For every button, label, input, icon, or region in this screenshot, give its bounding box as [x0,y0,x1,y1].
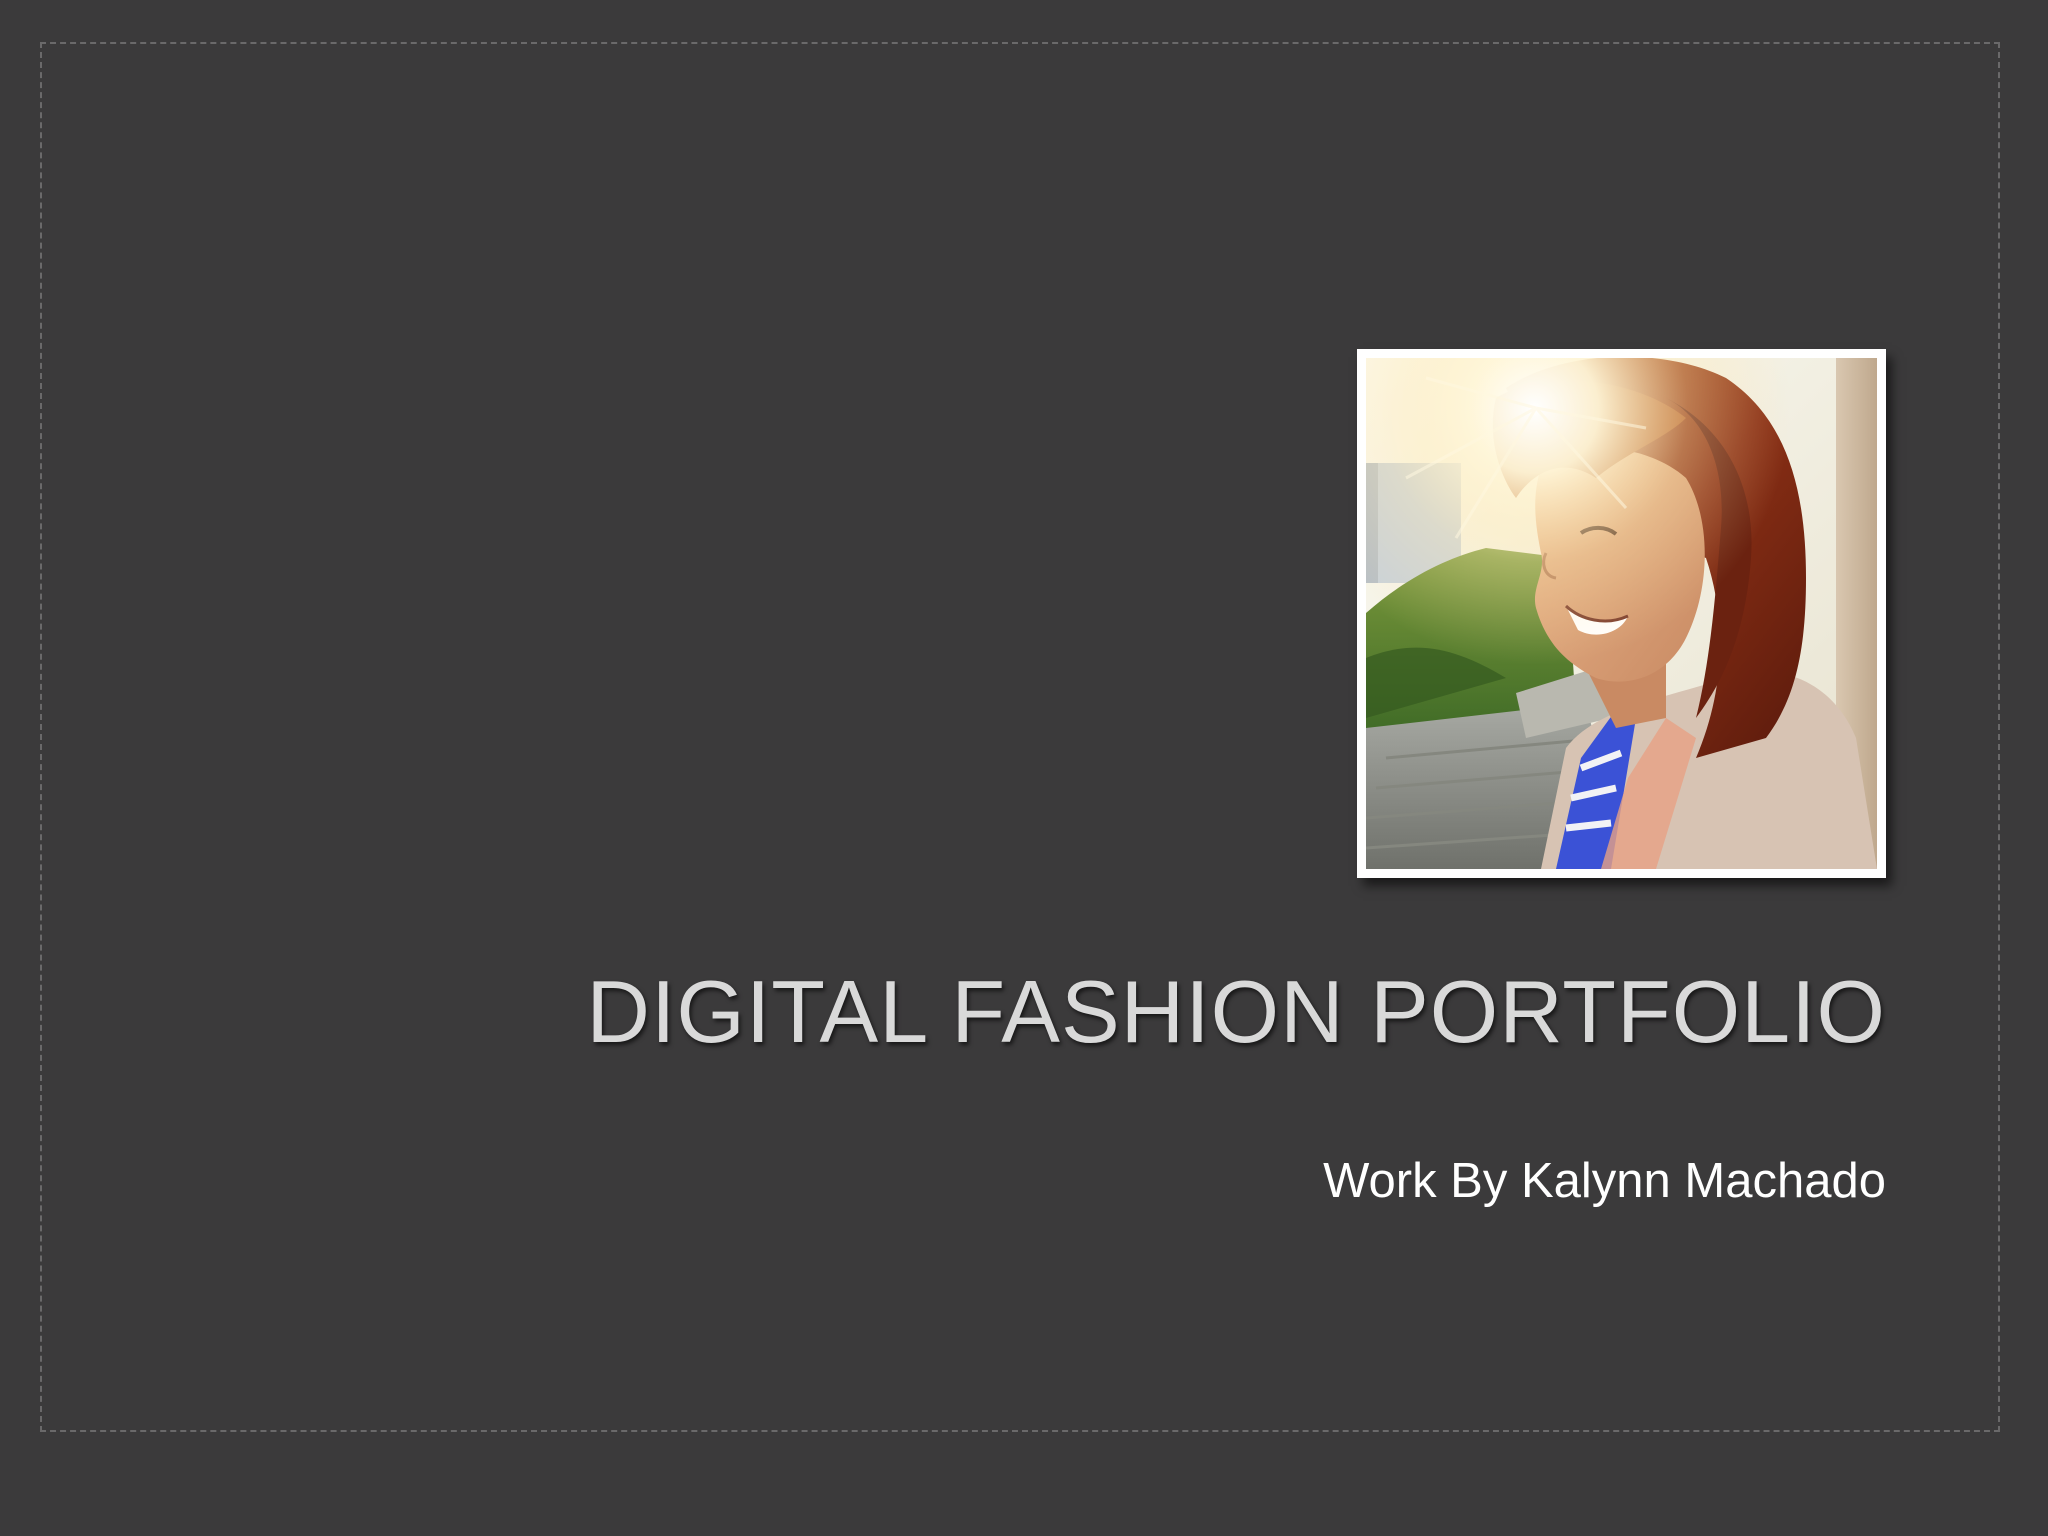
portrait-image [1366,358,1877,869]
slide-subtitle: Work By Kalynn Machado [1323,1154,1886,1208]
slide: DIGITAL FASHION PORTFOLIO Work By Kalynn… [0,0,2048,1536]
slide-title: DIGITAL FASHION PORTFOLIO [586,962,1886,1061]
portrait-photo [1357,349,1886,878]
